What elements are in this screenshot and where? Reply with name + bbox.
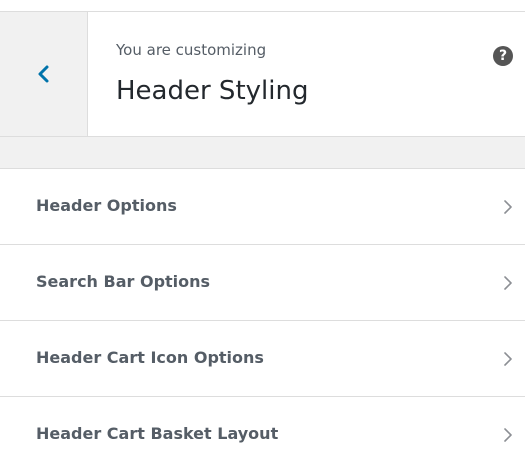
chevron-right-icon	[501, 196, 515, 218]
chevron-right-icon	[501, 424, 515, 446]
section-header-cart-basket-layout[interactable]: Header Cart Basket Layout	[0, 397, 525, 473]
section-label: Header Cart Icon Options	[36, 348, 264, 367]
chevron-right-icon	[501, 272, 515, 294]
title-block: You are customizing Header Styling ?	[88, 12, 525, 136]
chevron-left-icon	[37, 64, 51, 84]
section-label: Search Bar Options	[36, 272, 211, 291]
section-spacer	[0, 137, 525, 169]
section-header-cart-icon-options[interactable]: Header Cart Icon Options	[0, 321, 525, 397]
chevron-right-icon	[501, 348, 515, 370]
back-button[interactable]	[0, 12, 88, 136]
section-header-options[interactable]: Header Options	[0, 169, 525, 245]
customizing-subtitle: You are customizing	[116, 41, 267, 59]
section-search-bar-options[interactable]: Search Bar Options	[0, 245, 525, 321]
section-label: Header Cart Basket Layout	[36, 424, 279, 443]
help-button[interactable]: ?	[493, 46, 513, 66]
page-title: Header Styling	[116, 76, 309, 106]
section-label: Header Options	[36, 196, 177, 215]
question-circle-icon: ?	[498, 48, 508, 64]
customizer-panel: You are customizing Header Styling ? Hea…	[0, 0, 525, 473]
section-list: Header Options Search Bar Options Header…	[0, 169, 525, 473]
customizer-header: You are customizing Header Styling ?	[0, 11, 525, 137]
